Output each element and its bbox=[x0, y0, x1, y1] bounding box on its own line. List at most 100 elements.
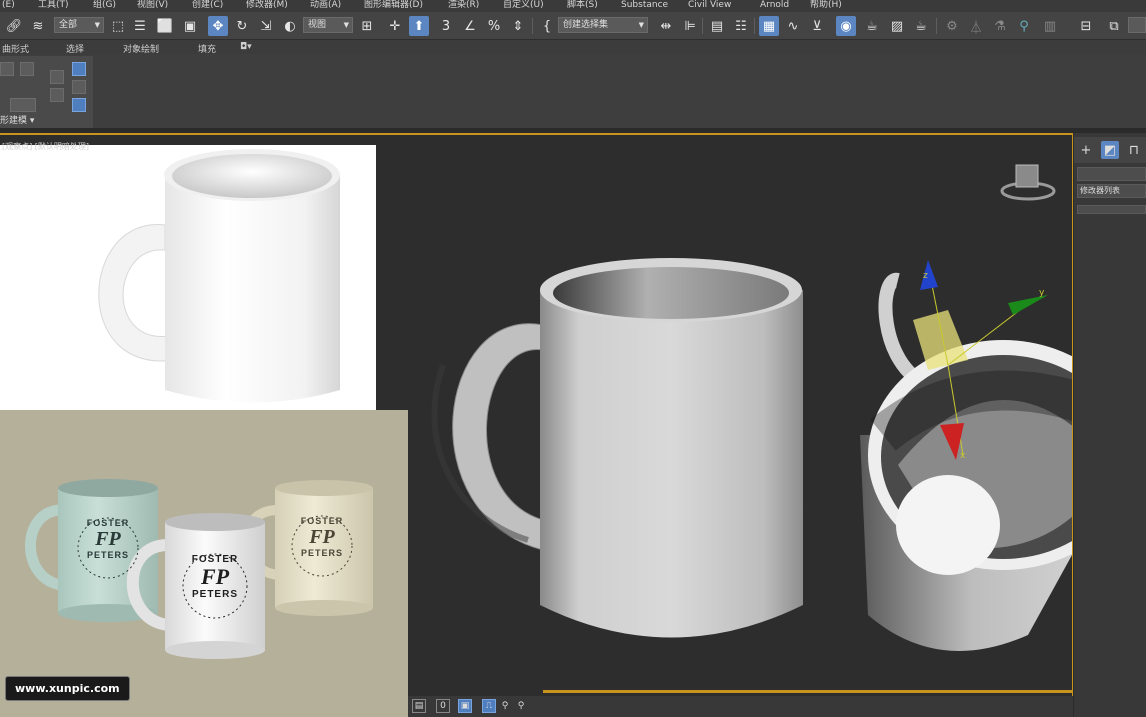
rotate-icon[interactable]: ↻ bbox=[232, 16, 252, 36]
polygon-modeling-panel: 形建模 ▾ bbox=[0, 56, 93, 128]
menu-item[interactable]: 组(G) bbox=[93, 0, 116, 11]
hierarchy-tab-icon[interactable]: ⊓ bbox=[1125, 141, 1143, 159]
menu-item[interactable]: 脚本(S) bbox=[567, 0, 598, 11]
isolate-icon[interactable]: ⎍ bbox=[482, 699, 496, 713]
modifier-list-dropdown[interactable]: 修改器列表 bbox=[1077, 184, 1146, 198]
ribbon-button[interactable] bbox=[0, 62, 14, 76]
arnold-material-icon[interactable]: ⚗ bbox=[990, 16, 1010, 36]
arnold-light-icon[interactable]: ⏃ bbox=[966, 16, 986, 36]
time-slider-track[interactable] bbox=[543, 690, 1073, 693]
watermark: www.xunpic.com bbox=[5, 676, 130, 701]
polygon-modeling-label[interactable]: 形建模 ▾ bbox=[0, 113, 34, 126]
schematic-view-icon[interactable]: ⊻ bbox=[807, 16, 827, 36]
rect-selection-icon[interactable]: ⬜ bbox=[155, 16, 175, 36]
ribbon-button[interactable] bbox=[72, 80, 86, 94]
select-manipulate-icon[interactable]: ✛ bbox=[385, 16, 405, 36]
object-name-field[interactable] bbox=[1077, 167, 1146, 181]
menu-item[interactable]: 帮助(H) bbox=[810, 0, 842, 11]
maxscript-icon[interactable]: ▤ bbox=[412, 699, 426, 713]
menu-item[interactable]: 创建(C) bbox=[192, 0, 223, 11]
select-by-name-icon[interactable]: ☰ bbox=[130, 16, 150, 36]
pivot-icon[interactable]: ⊞ bbox=[357, 16, 377, 36]
link-icon[interactable]: 🔗︎ bbox=[4, 16, 24, 36]
arnold-render-icon[interactable]: ⚙ bbox=[942, 16, 962, 36]
ribbon-button[interactable] bbox=[10, 98, 36, 112]
selection-lock-icon[interactable]: ▣ bbox=[458, 699, 472, 713]
mirror-icon[interactable]: ⇹ bbox=[656, 16, 676, 36]
scale-icon[interactable]: ⇲ bbox=[256, 16, 276, 36]
menu-item[interactable]: 自定义(U) bbox=[503, 0, 544, 11]
workspace-icon[interactable]: ⧉ bbox=[1104, 16, 1124, 36]
align-icon[interactable]: ⊫ bbox=[680, 16, 700, 36]
render-setup-icon[interactable]: ☕︎ bbox=[862, 16, 882, 36]
reference-coord-dropdown[interactable]: 视图 ▼ bbox=[303, 17, 353, 33]
window-crossing-icon[interactable]: ▣ bbox=[180, 16, 200, 36]
modify-tab-icon[interactable]: ◩ bbox=[1101, 141, 1119, 159]
scene-explorer-icon[interactable]: ▤ bbox=[707, 16, 727, 36]
menu-bar: (E) 工具(T) 组(G) 视图(V) 创建(C) 修改器(M) 动画(A) 图形编辑器(D… bbox=[0, 0, 1146, 12]
menu-item[interactable]: 工具(T) bbox=[38, 0, 69, 11]
menu-item[interactable]: 图形编辑器(D) bbox=[364, 0, 423, 11]
selection-filter-value: 全部 bbox=[59, 20, 78, 30]
mug-logo-bottom-text: PETERS bbox=[191, 589, 238, 600]
zoom-icon[interactable]: ⚲ bbox=[498, 699, 512, 713]
rendered-frame-window-icon[interactable]: ▨ bbox=[887, 16, 907, 36]
ribbon-button[interactable] bbox=[50, 70, 64, 84]
ribbon-button[interactable] bbox=[20, 62, 34, 76]
perspective-viewport[interactable]: [观察点] [默认明暗处理] FOSTER FP PETERS FOSTER F… bbox=[0, 133, 1073, 717]
modifier-stack[interactable] bbox=[1077, 205, 1146, 214]
toolbar-separator bbox=[936, 18, 937, 34]
create-tab-icon[interactable]: + bbox=[1077, 141, 1095, 159]
bind-spacewarp-icon[interactable]: ≋ bbox=[28, 16, 48, 36]
mint-mug-logo: FOSTER FP PETERS bbox=[78, 518, 138, 560]
command-panel: + ◩ ⊓ 修改器列表 bbox=[1074, 133, 1146, 717]
toolbar-separator bbox=[532, 18, 533, 34]
gizmo-z-label: z bbox=[923, 271, 928, 281]
ribbon-options-icon[interactable]: ◘▾ bbox=[240, 42, 252, 52]
menu-item[interactable]: Arnold bbox=[760, 0, 789, 11]
mug-logo-bottom-text: PETERS bbox=[300, 548, 343, 558]
select-object-icon[interactable]: ⬚ bbox=[108, 16, 128, 36]
command-panel-tabs: + ◩ ⊓ bbox=[1074, 137, 1146, 163]
ribbon-button-active[interactable] bbox=[72, 62, 86, 76]
viewport-label[interactable]: [观察点] [默认明暗处理] bbox=[2, 141, 89, 152]
menu-item[interactable]: 动画(A) bbox=[310, 0, 341, 11]
material-editor-icon[interactable]: ◉ bbox=[836, 16, 856, 36]
selection-filter-dropdown[interactable]: 全部 ▼ bbox=[54, 17, 104, 33]
viewport-scene[interactable]: y z x bbox=[408, 135, 1072, 717]
viewport-layout-icon[interactable]: ⊟ bbox=[1076, 16, 1096, 36]
menu-item[interactable]: Civil View bbox=[688, 0, 731, 11]
arnold-ipr-icon[interactable]: ⚲ bbox=[1014, 16, 1034, 36]
menu-item[interactable]: (E) bbox=[2, 0, 15, 11]
snaps-toggle-icon[interactable]: 3 bbox=[436, 16, 456, 36]
spinner-snap-icon[interactable]: ⇕ bbox=[508, 16, 528, 36]
arnold-log-icon[interactable]: ▥ bbox=[1040, 16, 1060, 36]
menu-item[interactable]: 视图(V) bbox=[137, 0, 168, 11]
percent-snap-icon[interactable]: % bbox=[484, 16, 504, 36]
angle-snap-icon[interactable]: ∠ bbox=[460, 16, 480, 36]
workspace-dropdown[interactable] bbox=[1128, 17, 1146, 33]
layer-explorer-icon[interactable]: ☷ bbox=[731, 16, 751, 36]
ribbon-tabs: ◘▾ 曲形式 选择 对象绘制 填充 bbox=[0, 40, 1146, 55]
menu-item[interactable]: 修改器(M) bbox=[246, 0, 288, 11]
ribbon-button-active[interactable] bbox=[72, 98, 86, 112]
ribbon-panel: 形建模 ▾ bbox=[0, 54, 1146, 130]
named-selection-dropdown[interactable]: 创建选择集 ▼ bbox=[558, 17, 648, 33]
menu-item[interactable]: 渲染(R) bbox=[448, 0, 479, 11]
toolbar-separator bbox=[702, 18, 703, 34]
menu-item[interactable]: Substance bbox=[621, 0, 668, 11]
cream-mug-logo: FOSTER FP PETERS bbox=[292, 516, 352, 558]
reference-image-bottom: FOSTER FP PETERS FOSTER FP PETERS FOSTER… bbox=[0, 410, 408, 717]
zoom-all-icon[interactable]: ⚲ bbox=[514, 699, 528, 713]
mug-logo-monogram: FP bbox=[200, 564, 230, 589]
move-icon[interactable]: ✥ bbox=[208, 16, 228, 36]
keyboard-shortcut-icon[interactable]: ⬆ bbox=[409, 16, 429, 36]
toggle-ribbon-icon[interactable]: ▦ bbox=[759, 16, 779, 36]
frame-counter[interactable]: 0 bbox=[436, 699, 450, 713]
curve-editor-icon[interactable]: ∿ bbox=[783, 16, 803, 36]
ribbon-button[interactable] bbox=[50, 88, 64, 102]
place-icon[interactable]: ◐ bbox=[280, 16, 300, 36]
edit-named-selection-icon[interactable]: { bbox=[537, 16, 557, 36]
render-production-icon[interactable]: ☕︎ bbox=[911, 16, 931, 36]
mug-logo-top-text: FOSTER bbox=[86, 518, 130, 528]
